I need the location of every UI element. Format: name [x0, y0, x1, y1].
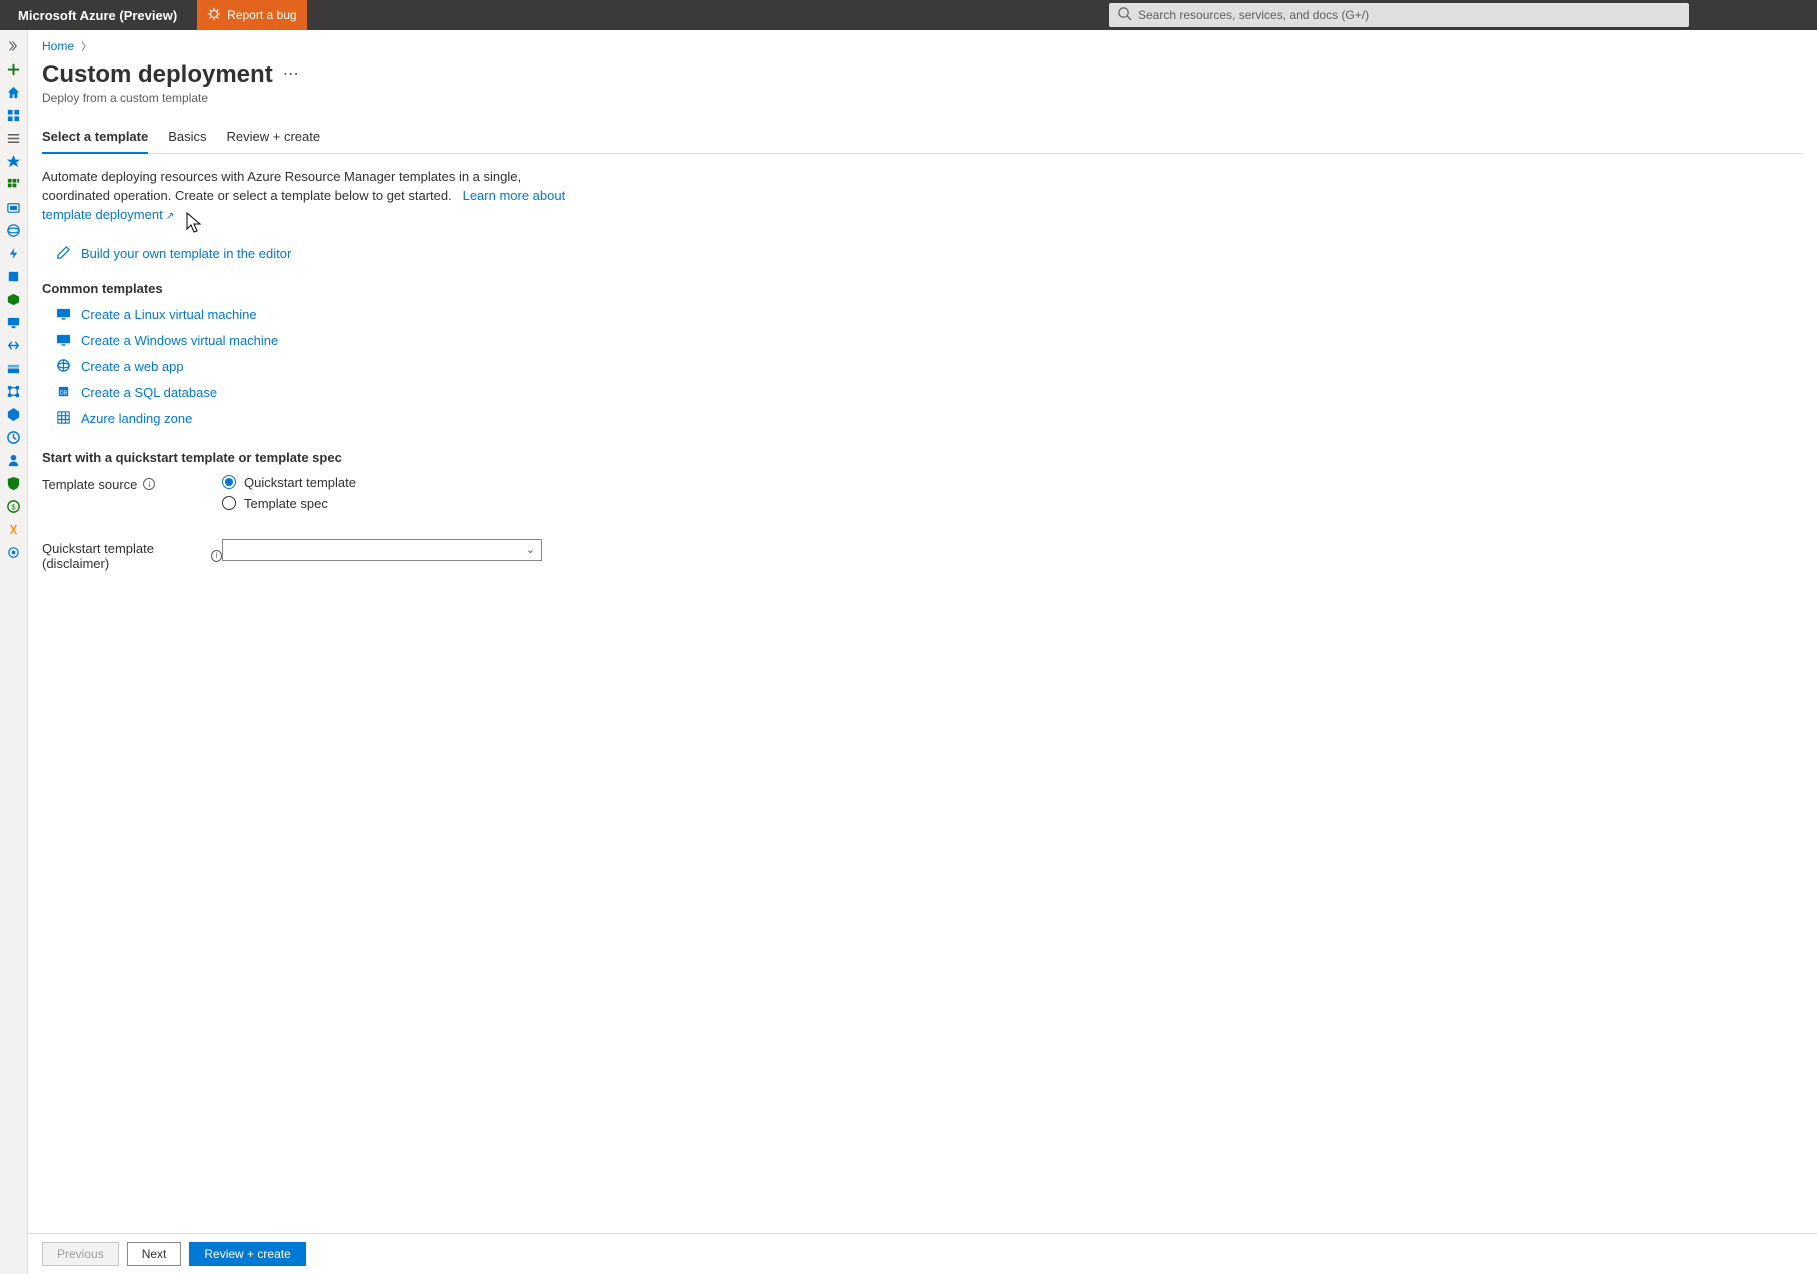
create-resource-icon[interactable]: [0, 58, 27, 81]
radio-quickstart-label: Quickstart template: [244, 475, 356, 490]
svg-text:DB: DB: [60, 390, 68, 396]
home-icon[interactable]: [0, 81, 27, 104]
all-resources-icon[interactable]: [0, 173, 27, 196]
common-templates-heading: Common templates: [42, 281, 1803, 296]
info-icon[interactable]: i: [211, 550, 222, 562]
advisor-icon[interactable]: [0, 449, 27, 472]
search-input[interactable]: [1138, 8, 1681, 22]
report-bug-button[interactable]: Report a bug: [197, 0, 306, 30]
all-services-icon[interactable]: [0, 127, 27, 150]
next-button[interactable]: Next: [127, 1242, 182, 1266]
app-services-icon[interactable]: [0, 219, 27, 242]
external-link-icon: ↗: [166, 211, 174, 222]
review-create-button[interactable]: Review + create: [189, 1242, 305, 1266]
report-bug-label: Report a bug: [227, 8, 296, 22]
web-app-icon: [56, 358, 71, 376]
sql-db-icon: DB: [56, 384, 71, 402]
common-templates-list: Create a Linux virtual machine Create a …: [56, 306, 1803, 428]
build-template-editor-link[interactable]: Build your own template in the editor: [81, 246, 291, 261]
virtual-networks-icon[interactable]: [0, 380, 27, 403]
chevron-right-icon: 〉: [81, 42, 91, 53]
template-web-app-link[interactable]: Create a web app: [81, 359, 184, 374]
brand-label: Microsoft Azure (Preview): [8, 8, 187, 23]
function-app-icon[interactable]: [0, 242, 27, 265]
quickstart-disclaimer-label-text: Quickstart template (disclaimer): [42, 541, 205, 571]
chevron-down-icon: ⌄: [526, 543, 535, 556]
page-subtitle: Deploy from a custom template: [42, 91, 1803, 105]
template-windows-vm-link[interactable]: Create a Windows virtual machine: [81, 333, 278, 348]
intro-text: Automate deploying resources with Azure …: [42, 169, 521, 203]
breadcrumb: Home 〉: [42, 38, 1803, 53]
template-source-label: Template source i: [42, 475, 222, 492]
sql-databases-icon[interactable]: [0, 265, 27, 288]
template-source-radio-group: Quickstart template Template spec: [222, 475, 356, 511]
template-web-app: Create a web app: [56, 358, 1803, 376]
radio-template-spec[interactable]: Template spec: [222, 496, 356, 511]
nav-expand-button[interactable]: [0, 34, 27, 58]
load-balancers-icon[interactable]: [0, 334, 27, 357]
template-linux-vm: Create a Linux virtual machine: [56, 306, 1803, 324]
breadcrumb-home[interactable]: Home: [42, 39, 74, 53]
template-linux-vm-link[interactable]: Create a Linux virtual machine: [81, 307, 257, 322]
search-icon: [1117, 6, 1132, 24]
template-landing-zone: Azure landing zone: [56, 410, 1803, 428]
azure-ad-icon[interactable]: [0, 403, 27, 426]
help-support-icon[interactable]: [0, 518, 27, 541]
template-windows-vm: Create a Windows virtual machine: [56, 332, 1803, 350]
edit-icon: [56, 245, 71, 263]
vm-icon: [56, 332, 71, 350]
quickstart-disclaimer-label: Quickstart template (disclaimer) i: [42, 539, 222, 571]
template-source-label-text: Template source: [42, 477, 137, 492]
page-title: Custom deployment: [42, 61, 273, 89]
radio-button-icon: [222, 496, 236, 510]
svg-text:$: $: [11, 502, 16, 511]
template-sql-db-link[interactable]: Create a SQL database: [81, 385, 217, 400]
radio-spec-label: Template spec: [244, 496, 328, 511]
left-nav: $: [0, 30, 28, 1274]
monitor-icon[interactable]: [0, 426, 27, 449]
favorites-icon[interactable]: [0, 150, 27, 173]
previous-button: Previous: [42, 1242, 119, 1266]
quickstart-template-dropdown[interactable]: ⌄: [222, 539, 542, 561]
tab-basics[interactable]: Basics: [168, 123, 206, 153]
top-header: Microsoft Azure (Preview) Report a bug: [0, 0, 1817, 30]
bug-icon: [207, 7, 221, 24]
tab-select-template[interactable]: Select a template: [42, 123, 148, 154]
more-actions-button[interactable]: ⋯: [283, 64, 301, 84]
tab-review-create[interactable]: Review + create: [227, 123, 321, 153]
cost-management-icon[interactable]: $: [0, 495, 27, 518]
virtual-machines-icon[interactable]: [0, 311, 27, 334]
security-center-icon[interactable]: [0, 472, 27, 495]
misc-icon[interactable]: [0, 541, 27, 564]
radio-quickstart-template[interactable]: Quickstart template: [222, 475, 356, 490]
main-pane: Home 〉 Custom deployment ⋯ Deploy from a…: [28, 30, 1817, 1274]
template-sql-db: DB Create a SQL database: [56, 384, 1803, 402]
info-icon[interactable]: i: [143, 478, 155, 490]
quickstart-heading: Start with a quickstart template or temp…: [42, 450, 1803, 465]
template-source-row: Template source i Quickstart template Te…: [42, 475, 1803, 511]
radio-button-icon: [222, 475, 236, 489]
resource-groups-icon[interactable]: [0, 196, 27, 219]
storage-accounts-icon[interactable]: [0, 357, 27, 380]
quickstart-disclaimer-row: Quickstart template (disclaimer) i ⌄: [42, 539, 1803, 571]
template-landing-zone-link[interactable]: Azure landing zone: [81, 411, 192, 426]
dashboard-icon[interactable]: [0, 104, 27, 127]
landing-zone-icon: [56, 410, 71, 428]
intro-text-block: Automate deploying resources with Azure …: [42, 168, 582, 225]
build-template-editor-row: Build your own template in the editor: [56, 245, 1803, 263]
vm-icon: [56, 306, 71, 324]
tab-bar: Select a template Basics Review + create: [42, 123, 1803, 154]
cosmos-db-icon[interactable]: [0, 288, 27, 311]
global-search[interactable]: [1109, 3, 1689, 27]
footer-bar: Previous Next Review + create: [28, 1233, 1817, 1274]
